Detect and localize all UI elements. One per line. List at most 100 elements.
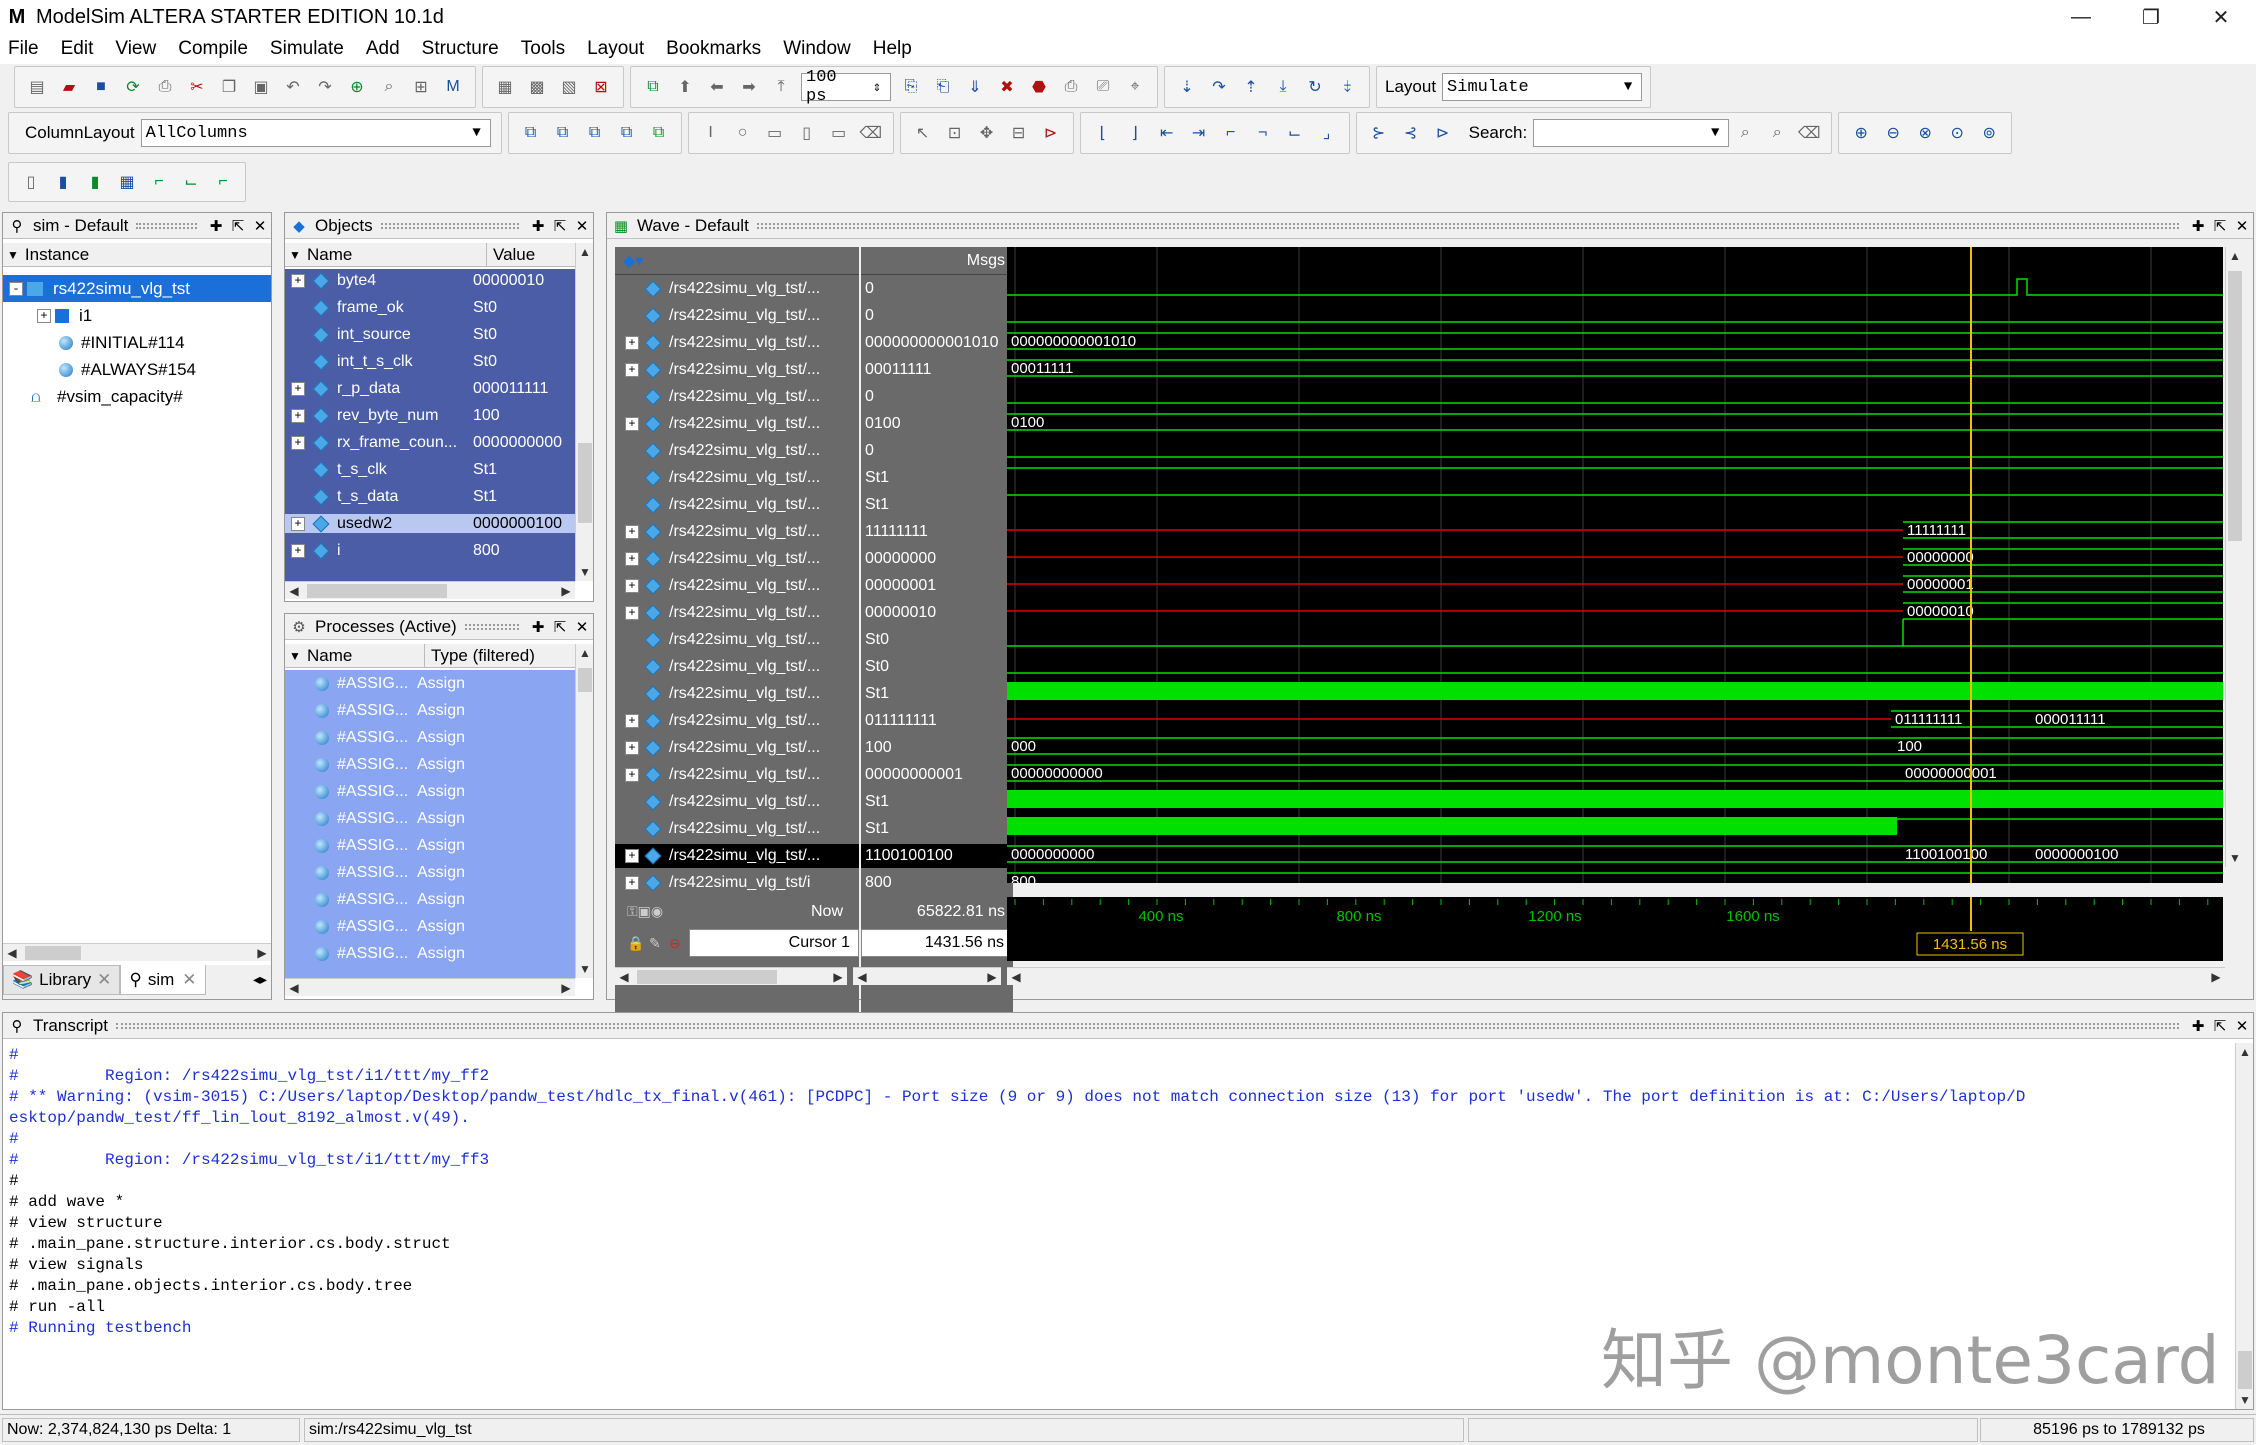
zoom-out-icon[interactable]: ⊖	[1880, 120, 1906, 146]
process-row[interactable]: #ASSIG... Assign	[285, 809, 575, 828]
wave-signal-row[interactable]: /rs422simu_vlg_tst/...	[615, 655, 859, 679]
panel-add-icon[interactable]: ✚	[529, 618, 547, 636]
menu-simulate[interactable]: Simulate	[270, 38, 344, 60]
process-row[interactable]: #ASSIG... Assign	[285, 863, 575, 882]
scroll-down-icon[interactable]: ▼	[576, 960, 594, 978]
menu-view[interactable]: View	[115, 38, 156, 60]
wave-signal-row[interactable]: + /rs422simu_vlg_tst/...	[615, 574, 859, 598]
object-row[interactable]: int_source St0	[285, 325, 575, 344]
scroll-up-icon[interactable]: ▲	[576, 243, 594, 261]
expand-icon[interactable]: +	[291, 543, 305, 558]
run-all-icon[interactable]: ⇓	[962, 74, 988, 100]
panel-close-icon[interactable]: ✕	[573, 618, 591, 636]
edge-rise-icon[interactable]: ⌐	[1218, 120, 1244, 146]
expand-icon[interactable]: +	[291, 516, 305, 531]
edge-fall-icon[interactable]: ¬	[1250, 120, 1276, 146]
object-row[interactable]: t_s_data St1	[285, 487, 575, 506]
panel-undock-icon[interactable]: ⇱	[2211, 217, 2229, 235]
scroll-right-icon[interactable]: ▶	[557, 582, 575, 600]
restart-icon[interactable]: ⧉	[640, 74, 666, 100]
scroll-thumb[interactable]	[578, 668, 592, 692]
expand-icon[interactable]: +	[625, 849, 639, 863]
scroll-left-icon[interactable]: ◀	[615, 968, 633, 986]
scroll-right-icon[interactable]: ▶	[829, 968, 847, 986]
transcript-vscrollbar[interactable]: ▲ ▼	[2235, 1043, 2253, 1409]
scroll-right-icon[interactable]: ▶	[253, 944, 271, 962]
expand-icon[interactable]: +	[625, 741, 639, 755]
process-row[interactable]: #ASSIG... Assign	[285, 890, 575, 909]
process-row[interactable]: #ASSIG... Assign	[285, 674, 575, 693]
layout-select[interactable]: Simulate ▼	[1442, 73, 1643, 101]
values-hscrollbar[interactable]: ◀ ▶	[853, 967, 1001, 985]
scroll-left-icon[interactable]: ◀	[3, 944, 21, 962]
wave-vscrollbar[interactable]: ▲ ▼	[2225, 247, 2243, 867]
object-row[interactable]: + r_p_data 000011111	[285, 379, 575, 398]
edge-first-icon[interactable]: ⌊	[1090, 120, 1116, 146]
wave-signal-row[interactable]: + /rs422simu_vlg_tst/...	[615, 601, 859, 625]
zoom-full-icon[interactable]: ⊗	[1912, 120, 1938, 146]
processes-vscrollbar[interactable]: ▲ ▼	[575, 644, 593, 978]
scroll-left-icon[interactable]: ◀	[1007, 968, 1025, 986]
expand-icon[interactable]: +	[625, 363, 639, 377]
up-icon[interactable]: ⬆	[672, 74, 698, 100]
zoom-box-icon[interactable]: ⊡	[942, 120, 968, 146]
process-row[interactable]: #ASSIG... Assign	[285, 836, 575, 855]
step-out-icon[interactable]: ⌖	[1122, 74, 1148, 100]
add-memory-icon[interactable]: ⧉	[646, 120, 672, 146]
wave-signal-row[interactable]: + /rs422simu_vlg_tst/...	[615, 763, 859, 787]
wave-signal-row[interactable]: + /rs422simu_vlg_tst/...	[615, 331, 859, 355]
expand-icon[interactable]: +	[625, 714, 639, 728]
text-cursor-icon[interactable]: I	[698, 120, 724, 146]
scroll-thumb[interactable]	[25, 945, 81, 960]
compile-icon[interactable]: ▦	[492, 74, 518, 100]
break-sim-icon[interactable]: ✖	[994, 74, 1020, 100]
panel-close-icon[interactable]: ✕	[2233, 217, 2251, 235]
cursor-lock-icon[interactable]: 🔒	[627, 935, 644, 952]
menu-add[interactable]: Add	[366, 38, 400, 60]
eraser-icon[interactable]: ⌫	[858, 120, 884, 146]
expand-icon[interactable]: +	[291, 408, 305, 423]
step-over-arrow-icon[interactable]: ↷	[1206, 74, 1232, 100]
wave-style-7-icon[interactable]: ⌐	[210, 169, 236, 195]
names-hscrollbar[interactable]: ◀ ▶	[615, 967, 847, 985]
panel-close-icon[interactable]: ✕	[251, 217, 269, 235]
cursor-remove-icon[interactable]: ⊖	[669, 935, 681, 952]
scroll-right-icon[interactable]: ▶	[983, 968, 1001, 986]
wave-signal-row[interactable]: + /rs422simu_vlg_tst/...	[615, 547, 859, 571]
wave-signal-row[interactable]: /rs422simu_vlg_tst/...	[615, 304, 859, 328]
find-icon[interactable]: ⌕	[376, 74, 402, 100]
process-row[interactable]: #ASSIG... Assign	[285, 944, 575, 963]
collapse-icon[interactable]: -	[9, 281, 23, 296]
maximize-button[interactable]: ❐	[2116, 0, 2186, 34]
object-row[interactable]: frame_ok St0	[285, 298, 575, 317]
simulate-icon[interactable]: ▧	[556, 74, 582, 100]
wave-signal-row[interactable]: /rs422simu_vlg_tst/...	[615, 682, 859, 706]
panel-close-icon[interactable]: ✕	[573, 217, 591, 235]
menu-file[interactable]: File	[8, 38, 39, 60]
edge-next-icon[interactable]: ⇤	[1154, 120, 1180, 146]
expand-icon[interactable]: +	[625, 336, 639, 350]
scroll-left-icon[interactable]: ◀	[853, 968, 871, 986]
wave-style-5-icon[interactable]: ⌐	[146, 169, 172, 195]
expand-icon[interactable]: ⊱	[1366, 120, 1392, 146]
menu-tools[interactable]: Tools	[521, 38, 565, 60]
search-input[interactable]: ▼	[1533, 119, 1730, 147]
pointer-icon[interactable]: ↖	[910, 120, 936, 146]
save-icon[interactable]: ■	[88, 74, 114, 100]
menu-bookmarks[interactable]: Bookmarks	[666, 38, 761, 60]
add-circle-icon[interactable]: ⊕	[344, 74, 370, 100]
object-row[interactable]: + rx_frame_coun... 0000000000	[285, 433, 575, 452]
step-up-icon[interactable]: ⇡	[1238, 74, 1264, 100]
box-icon[interactable]: ▯	[794, 120, 820, 146]
panel-undock-icon[interactable]: ⇱	[551, 618, 569, 636]
io-icon[interactable]: ▭	[762, 120, 788, 146]
continue-icon[interactable]: ⎗	[930, 74, 956, 100]
compile-all-icon[interactable]: ▩	[524, 74, 550, 100]
wave-signal-row[interactable]: /rs422simu_vlg_tst/...	[615, 466, 859, 490]
search-prev-icon[interactable]: ⌕	[1732, 120, 1758, 146]
menu-help[interactable]: Help	[873, 38, 912, 60]
expand-icon[interactable]: +	[625, 417, 639, 431]
panel-undock-icon[interactable]: ⇱	[2211, 1017, 2229, 1035]
expand-icon[interactable]: +	[291, 435, 305, 450]
expand-icon[interactable]: +	[625, 552, 639, 566]
